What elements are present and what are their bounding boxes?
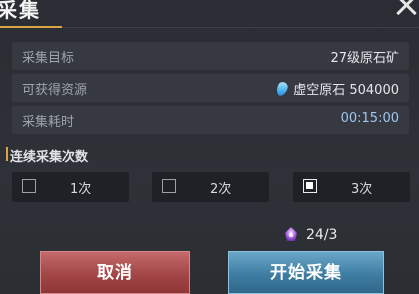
count-option-label: 2次 [210,182,232,197]
resource-row: 可获得资源 虚空原石 504000 [12,74,409,102]
count-option-label: 1次 [70,182,92,197]
start-gather-button[interactable]: 开始采集 [228,251,384,294]
count-section-title: 连续采集次数 [5,146,88,165]
time-value: 00:15:00 [340,111,399,126]
count-option-1[interactable]: 1次 [12,172,129,202]
count-option-2[interactable]: 2次 [152,172,269,202]
count-option-3[interactable]: 3次 [293,172,410,202]
resource-label: 可获得资源 [22,83,88,98]
count-option-label: 3次 [351,182,373,197]
time-label: 采集耗时 [22,115,75,130]
checkbox-icon[interactable] [162,179,176,193]
target-label: 采集目标 [22,51,75,66]
dialog-header: 采集 [0,0,419,32]
purple-energy-icon [285,227,297,241]
resource-value-wrap: 虚空原石 504000 [275,79,399,98]
checkbox-icon[interactable] [22,179,36,193]
cost-text: 24/3 [306,227,338,243]
blue-crystal-icon [275,80,290,98]
cancel-button[interactable]: 取消 [40,251,190,294]
dialog-title: 采集 [0,0,41,22]
gather-dialog: 采集 采集目标 27级原石矿 可获得资源 虚空原石 504000 采集耗时 00… [0,0,419,294]
resource-value: 虚空原石 504000 [293,83,399,98]
target-value: 27级原石矿 [330,51,399,66]
header-divider [62,27,419,28]
title-underline [0,26,62,28]
checkbox-checked-icon[interactable] [303,179,317,193]
close-icon[interactable] [393,0,419,18]
time-row: 采集耗时 00:15:00 [12,106,409,134]
target-row: 采集目标 27级原石矿 [12,42,409,70]
